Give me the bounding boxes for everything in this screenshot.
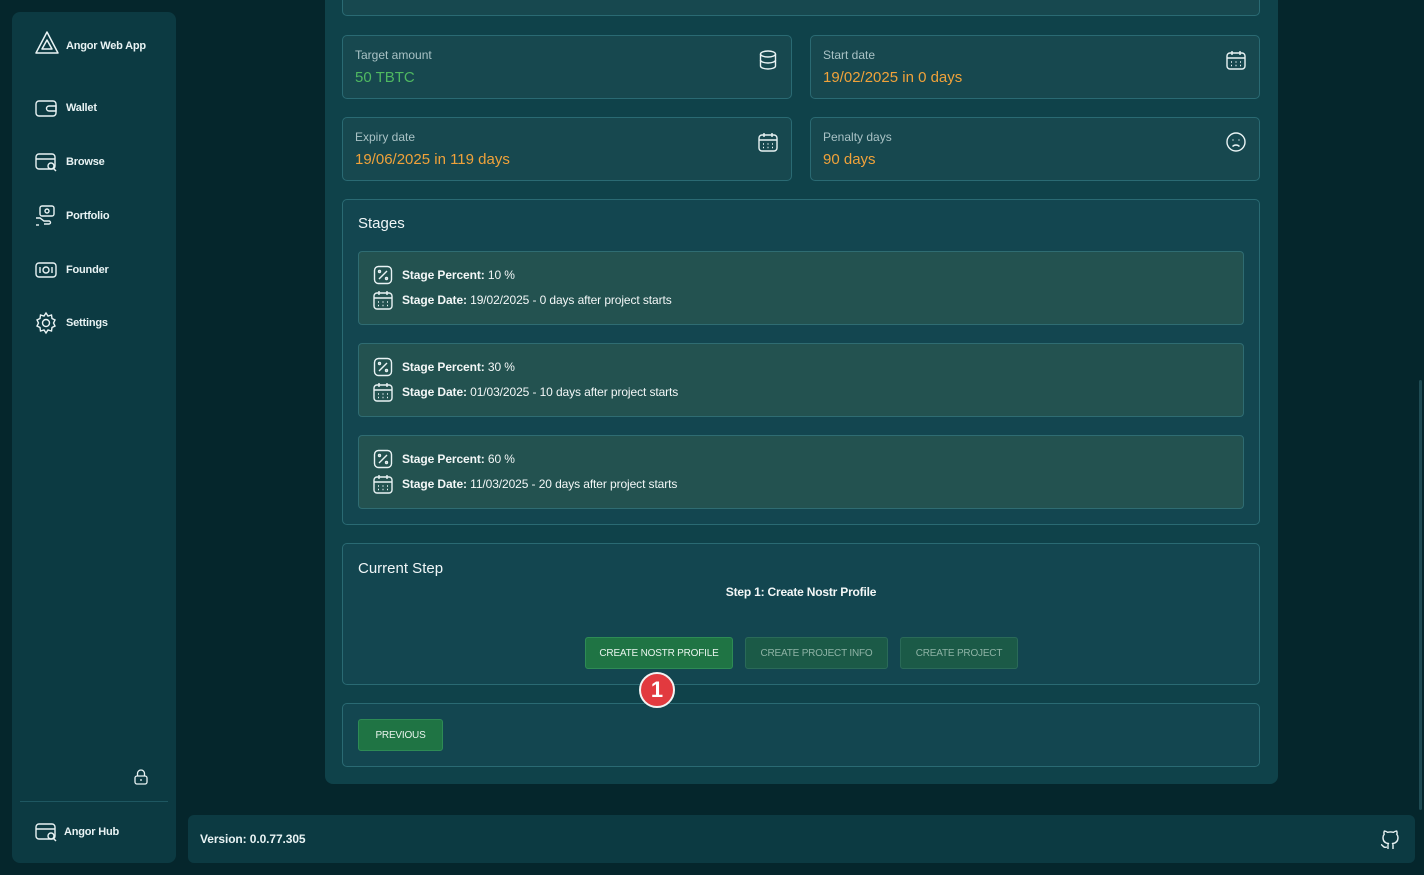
stage-card: Stage Percent: 10 % Stage Date: 19/02/20… bbox=[358, 251, 1244, 325]
brand[interactable]: Angor Web App bbox=[34, 30, 146, 61]
footer: Version: 0.0.77.305 bbox=[188, 815, 1415, 863]
sidebar-item-portfolio[interactable]: Portfolio bbox=[34, 204, 110, 228]
sidebar-item-label: Portfolio bbox=[66, 210, 110, 222]
stage-date-value: 11/03/2025 - 20 days after project start… bbox=[466, 477, 678, 491]
sidebar-divider bbox=[20, 801, 168, 802]
sidebar-item-browse[interactable]: Browse bbox=[34, 150, 105, 174]
version-text: Version: 0.0.77.305 bbox=[200, 832, 306, 846]
github-icon[interactable] bbox=[1379, 828, 1401, 850]
angor-hub-link[interactable]: Angor Hub bbox=[34, 820, 119, 844]
target-amount-label: Target amount bbox=[355, 48, 432, 62]
hub-icon bbox=[34, 820, 58, 844]
start-date-label: Start date bbox=[823, 48, 876, 62]
sidebar-item-label: Wallet bbox=[66, 102, 97, 114]
stage-date-value: 01/03/2025 - 10 days after project start… bbox=[466, 385, 679, 399]
previous-button[interactable]: PREVIOUS bbox=[358, 719, 443, 751]
stage-date-row: Stage Date: 01/03/2025 - 10 days after p… bbox=[372, 381, 678, 403]
stage-percent-value: 30 % bbox=[484, 360, 515, 374]
step-text: Step 1: Create Nostr Profile bbox=[725, 585, 877, 599]
stage-date-label: Stage Date: bbox=[402, 477, 467, 491]
settings-icon bbox=[34, 311, 58, 335]
stage-date-label: Stage Date: bbox=[402, 385, 467, 399]
stage-percent-label: Stage Percent: bbox=[402, 268, 485, 282]
penalty-days-value: 90 days bbox=[823, 151, 876, 168]
create-project-button[interactable]: CREATE PROJECT bbox=[900, 637, 1018, 669]
percent-icon bbox=[372, 448, 394, 470]
step-number-badge: 1 bbox=[639, 672, 675, 708]
current-step-section: Current Step Step 1: Create Nostr Profil… bbox=[342, 543, 1260, 685]
stages-section: Stages Stage Percent: 10 % Stage Date: 1… bbox=[342, 199, 1260, 525]
stage-percent-value: 60 % bbox=[484, 452, 515, 466]
sidebar-item-settings[interactable]: Settings bbox=[34, 311, 108, 335]
lock-icon[interactable] bbox=[132, 768, 150, 786]
stage-percent-row: Stage Percent: 30 % bbox=[372, 356, 515, 378]
stage-percent-label: Stage Percent: bbox=[402, 452, 485, 466]
sad-face-icon bbox=[1225, 131, 1247, 153]
database-icon bbox=[757, 49, 779, 71]
sidebar-item-label: Browse bbox=[66, 156, 105, 168]
stage-date-label: Stage Date: bbox=[402, 293, 467, 307]
target-amount-card: Target amount 50 TBTC bbox=[342, 35, 792, 99]
sidebar-item-founder[interactable]: Founder bbox=[34, 258, 109, 282]
expiry-date-card: Expiry date 19/06/2025 in 119 days bbox=[342, 117, 792, 181]
sidebar: Angor Web App Wallet Browse Portfolio Fo… bbox=[12, 12, 176, 863]
navigation-section: PREVIOUS bbox=[342, 703, 1260, 767]
calendar-icon bbox=[372, 289, 394, 311]
angor-logo-icon bbox=[34, 30, 60, 61]
percent-icon bbox=[372, 356, 394, 378]
expiry-date-value: 19/06/2025 in 119 days bbox=[355, 151, 510, 168]
stage-percent-value: 10 % bbox=[484, 268, 515, 282]
sidebar-item-label: Settings bbox=[66, 317, 108, 329]
portfolio-icon bbox=[34, 204, 58, 228]
wallet-icon bbox=[34, 96, 58, 120]
penalty-days-label: Penalty days bbox=[823, 130, 892, 144]
calendar-icon bbox=[757, 131, 779, 153]
stage-date-row: Stage Date: 11/03/2025 - 20 days after p… bbox=[372, 473, 677, 495]
start-date-card: Start date 19/02/2025 in 0 days bbox=[810, 35, 1260, 99]
stage-percent-row: Stage Percent: 60 % bbox=[372, 448, 515, 470]
brand-name: Angor Web App bbox=[66, 39, 146, 52]
founder-icon bbox=[34, 258, 58, 282]
current-step-title: Current Step bbox=[358, 560, 444, 577]
calendar-icon bbox=[372, 381, 394, 403]
stage-date-value: 19/02/2025 - 0 days after project starts bbox=[466, 293, 672, 307]
create-nostr-profile-button[interactable]: CREATE NOSTR PROFILE bbox=[585, 637, 733, 669]
target-amount-value: 50 TBTC bbox=[355, 69, 415, 86]
calendar-icon bbox=[1225, 49, 1247, 71]
sidebar-item-wallet[interactable]: Wallet bbox=[34, 96, 97, 120]
browse-icon bbox=[34, 150, 58, 174]
stage-date-row: Stage Date: 19/02/2025 - 0 days after pr… bbox=[372, 289, 672, 311]
calendar-icon bbox=[372, 473, 394, 495]
percent-icon bbox=[372, 264, 394, 286]
hub-label: Angor Hub bbox=[64, 826, 120, 838]
expiry-date-label: Expiry date bbox=[355, 130, 416, 144]
stage-card: Stage Percent: 30 % Stage Date: 01/03/20… bbox=[358, 343, 1244, 417]
sidebar-item-label: Founder bbox=[66, 264, 109, 276]
penalty-days-card: Penalty days 90 days bbox=[810, 117, 1260, 181]
start-date-value: 19/02/2025 in 0 days bbox=[823, 69, 963, 86]
stage-card: Stage Percent: 60 % Stage Date: 11/03/20… bbox=[358, 435, 1244, 509]
top-card bbox=[342, 0, 1260, 16]
scrollbar[interactable] bbox=[1419, 380, 1422, 810]
stage-percent-row: Stage Percent: 10 % bbox=[372, 264, 515, 286]
create-project-info-button[interactable]: CREATE PROJECT INFO bbox=[745, 637, 888, 669]
stage-percent-label: Stage Percent: bbox=[402, 360, 485, 374]
main-panel: Target amount 50 TBTC Start date 19/02/2… bbox=[325, 0, 1278, 784]
stages-title: Stages bbox=[358, 215, 405, 232]
